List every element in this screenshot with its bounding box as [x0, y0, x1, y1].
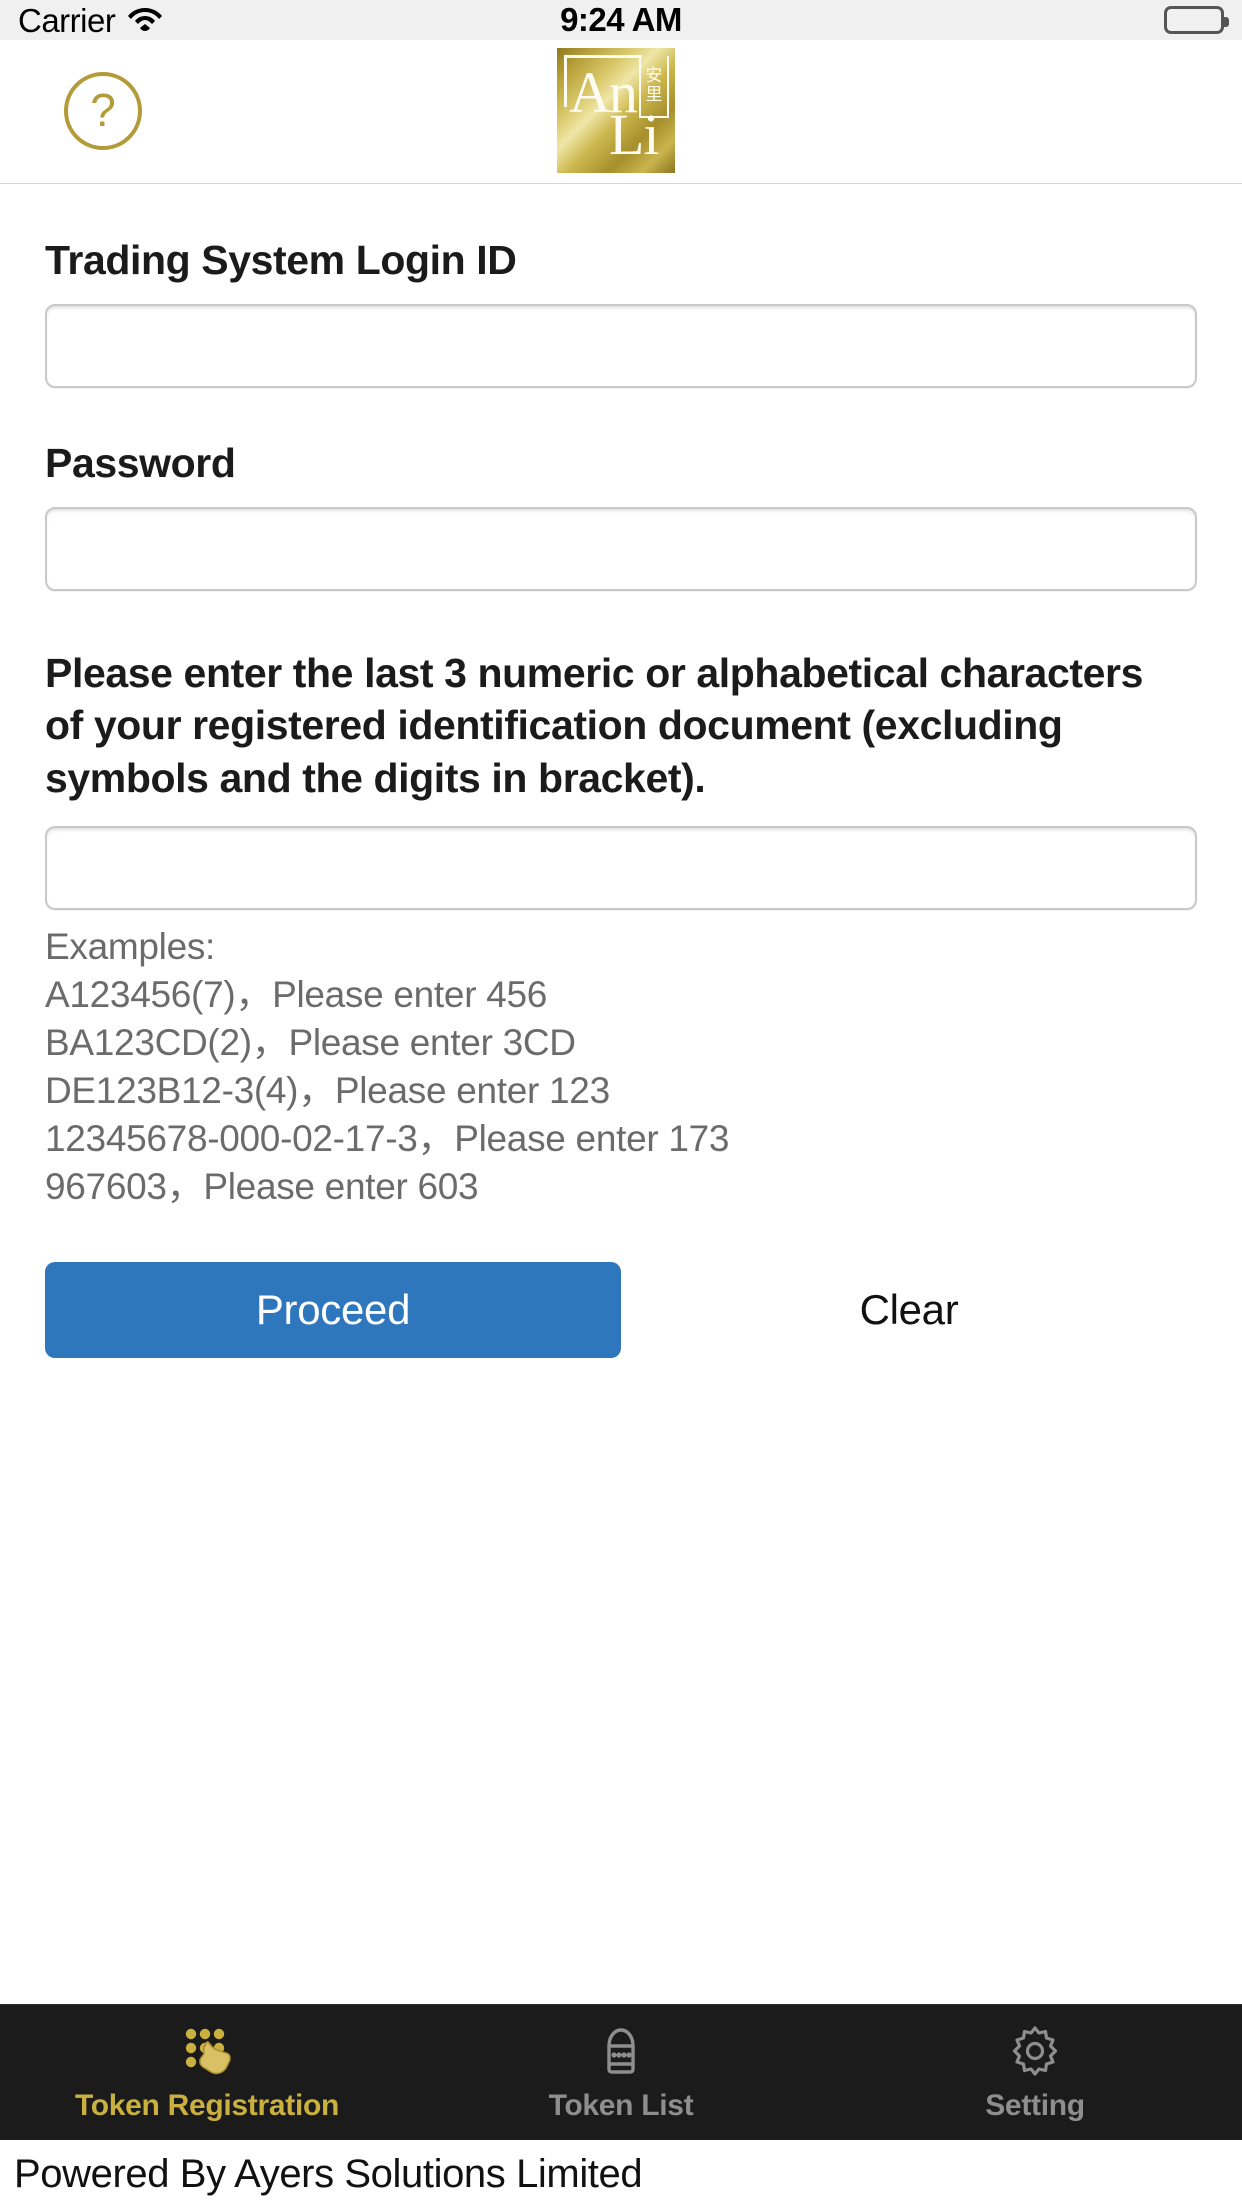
login-id-label: Trading System Login ID: [45, 237, 517, 283]
examples-heading: Examples:: [45, 926, 216, 968]
tab-token-registration[interactable]: Token Registration: [0, 2005, 414, 2140]
login-id-input[interactable]: [45, 304, 1197, 388]
clock-label: 9:24 AM: [560, 1, 682, 38]
wifi-icon: [127, 4, 163, 37]
clear-button[interactable]: Clear: [621, 1286, 1197, 1334]
gear-icon: [1008, 2023, 1062, 2079]
main-content: Trading System Login ID Password Please …: [0, 185, 1242, 1358]
app-header: ? An Li 安 里: [0, 40, 1242, 184]
status-bar: Carrier 9:24 AM: [0, 0, 1242, 40]
example-line: DE123B12-3(4)，Please enter 123: [45, 1070, 610, 1112]
bottom-tab-bar: Token Registration Token List Setting: [0, 2004, 1242, 2140]
anli-logo: An Li 安 里: [557, 48, 675, 173]
id-instruction-text: Please enter the last 3 numeric or alpha…: [45, 650, 1143, 801]
status-bar-right: [1164, 6, 1229, 34]
example-line: 967603，Please enter 603: [45, 1165, 479, 1207]
password-label: Password: [45, 440, 236, 486]
tab-label-setting: Setting: [985, 2088, 1085, 2122]
tab-label-token-list: Token List: [548, 2088, 694, 2122]
status-bar-left: Carrier: [18, 4, 163, 37]
powered-by-text: Powered By Ayers Solutions Limited: [14, 2151, 643, 2196]
carrier-label: Carrier: [18, 1, 116, 39]
examples-block: Examples: A123456(7)，Please enter 456 BA…: [45, 924, 1197, 1209]
tab-token-list[interactable]: Token List: [414, 2005, 828, 2140]
battery-cap: [1224, 17, 1229, 27]
proceed-button[interactable]: Proceed: [45, 1261, 621, 1358]
example-line: BA123CD(2)，Please enter 3CD: [45, 1022, 576, 1064]
status-bar-center: 9:24 AM: [0, 1, 1242, 39]
logo-cjk-characters: 安 里: [639, 56, 669, 118]
footer-bar: Powered By Ayers Solutions Limited: [0, 2140, 1242, 2208]
security-token-icon: [594, 2023, 648, 2079]
keypad-hand-icon: [180, 2023, 234, 2079]
help-glyph: ?: [90, 83, 116, 136]
tab-setting[interactable]: Setting: [828, 2005, 1242, 2140]
example-line: A123456(7)，Please enter 456: [45, 974, 548, 1016]
tab-label-token-registration: Token Registration: [74, 2088, 340, 2122]
logo-cjk-char-1: 安: [645, 66, 663, 86]
action-button-row: Proceed Clear: [45, 1261, 1197, 1358]
id-last3-input[interactable]: [45, 826, 1197, 911]
example-line: 12345678-000-02-17-3，Please enter 173: [45, 1117, 730, 1159]
battery-full-icon: [1164, 6, 1229, 34]
help-question-icon[interactable]: ?: [64, 72, 142, 150]
password-input[interactable]: [45, 507, 1197, 591]
logo-cjk-char-2: 里: [645, 85, 663, 105]
